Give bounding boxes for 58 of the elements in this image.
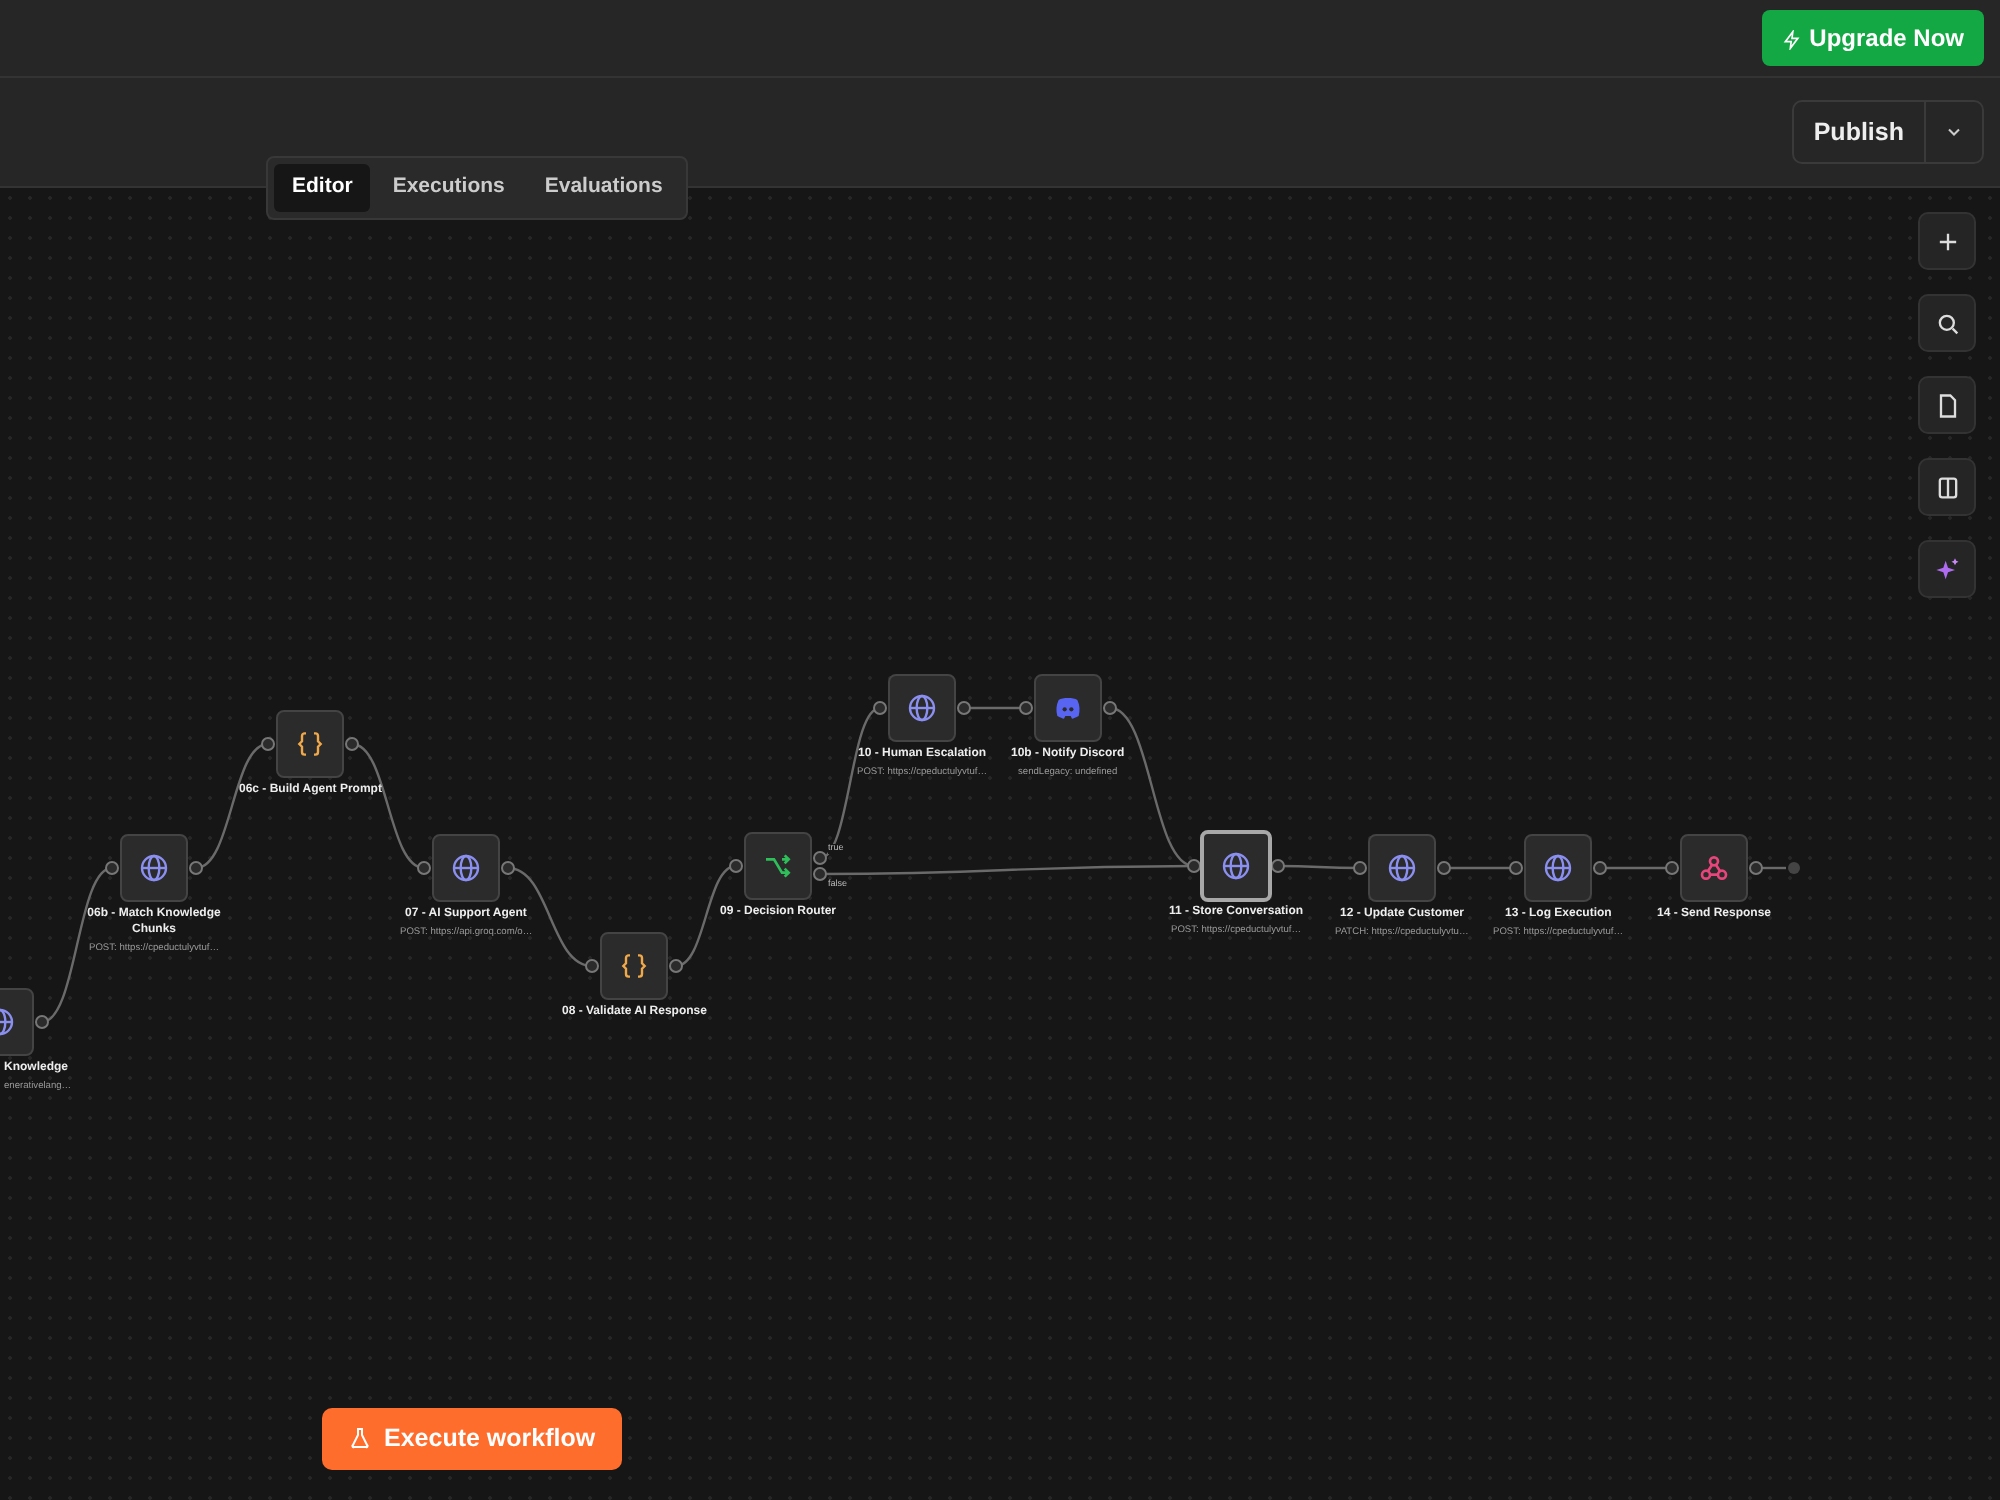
workflow-node[interactable] (888, 674, 956, 742)
workflow-node[interactable] (432, 834, 500, 902)
workflow-node[interactable] (1368, 834, 1436, 902)
braces-icon (618, 950, 650, 982)
output-port[interactable] (1749, 861, 1763, 875)
input-port[interactable] (417, 861, 431, 875)
split-arrows-icon (762, 850, 794, 882)
input-port[interactable] (873, 701, 887, 715)
input-port[interactable] (1665, 861, 1679, 875)
workflow-node[interactable] (1680, 834, 1748, 902)
ai-tool-button[interactable] (1918, 540, 1976, 598)
output-port[interactable] (1103, 701, 1117, 715)
flask-icon (348, 1426, 372, 1451)
workflow-node[interactable] (1034, 674, 1102, 742)
output-port[interactable] (35, 1015, 49, 1029)
search-icon (1933, 309, 1961, 337)
workflow-node[interactable] (744, 832, 812, 900)
bolt-icon (1782, 29, 1803, 50)
workflow-node[interactable] (120, 834, 188, 902)
chat-bot-icon (1052, 692, 1084, 724)
input-port[interactable] (585, 959, 599, 973)
globe-icon (1220, 850, 1252, 882)
panel-icon (1933, 473, 1961, 501)
output-port[interactable] (501, 861, 515, 875)
globe-icon (1386, 852, 1418, 884)
note-tool-button[interactable] (1918, 376, 1976, 434)
tab[interactable]: Executions (374, 164, 523, 212)
input-port[interactable] (261, 737, 275, 751)
output-port[interactable] (1437, 861, 1451, 875)
panel-tool-button[interactable] (1918, 458, 1976, 516)
input-port[interactable] (1019, 701, 1033, 715)
input-port[interactable] (1353, 861, 1367, 875)
output-port[interactable] (189, 861, 203, 875)
output-port[interactable] (345, 737, 359, 751)
workflow-node[interactable] (1524, 834, 1592, 902)
workflow-node[interactable] (1200, 830, 1272, 902)
workflow-node[interactable] (276, 710, 344, 778)
input-port[interactable] (1187, 859, 1201, 873)
braces-icon (294, 728, 326, 760)
webhook-icon (1698, 852, 1730, 884)
tab[interactable]: Evaluations (526, 164, 681, 212)
globe-icon (138, 852, 170, 884)
output-port[interactable] (669, 959, 683, 973)
add-tool-button[interactable] (1918, 212, 1976, 270)
tab[interactable]: Editor (274, 164, 371, 212)
input-port[interactable] (105, 861, 119, 875)
output-port[interactable] (1593, 861, 1607, 875)
add-node-handle[interactable] (1788, 862, 1800, 874)
sparkle-icon (1933, 555, 1961, 583)
workflow-node[interactable] (600, 932, 668, 1000)
globe-icon (450, 852, 482, 884)
output-port[interactable] (1271, 859, 1285, 873)
output-port[interactable] (957, 701, 971, 715)
input-port[interactable] (729, 859, 743, 873)
globe-icon (906, 692, 938, 724)
input-port[interactable] (1509, 861, 1523, 875)
globe-icon (1542, 852, 1574, 884)
search-tool-button[interactable] (1918, 294, 1976, 352)
